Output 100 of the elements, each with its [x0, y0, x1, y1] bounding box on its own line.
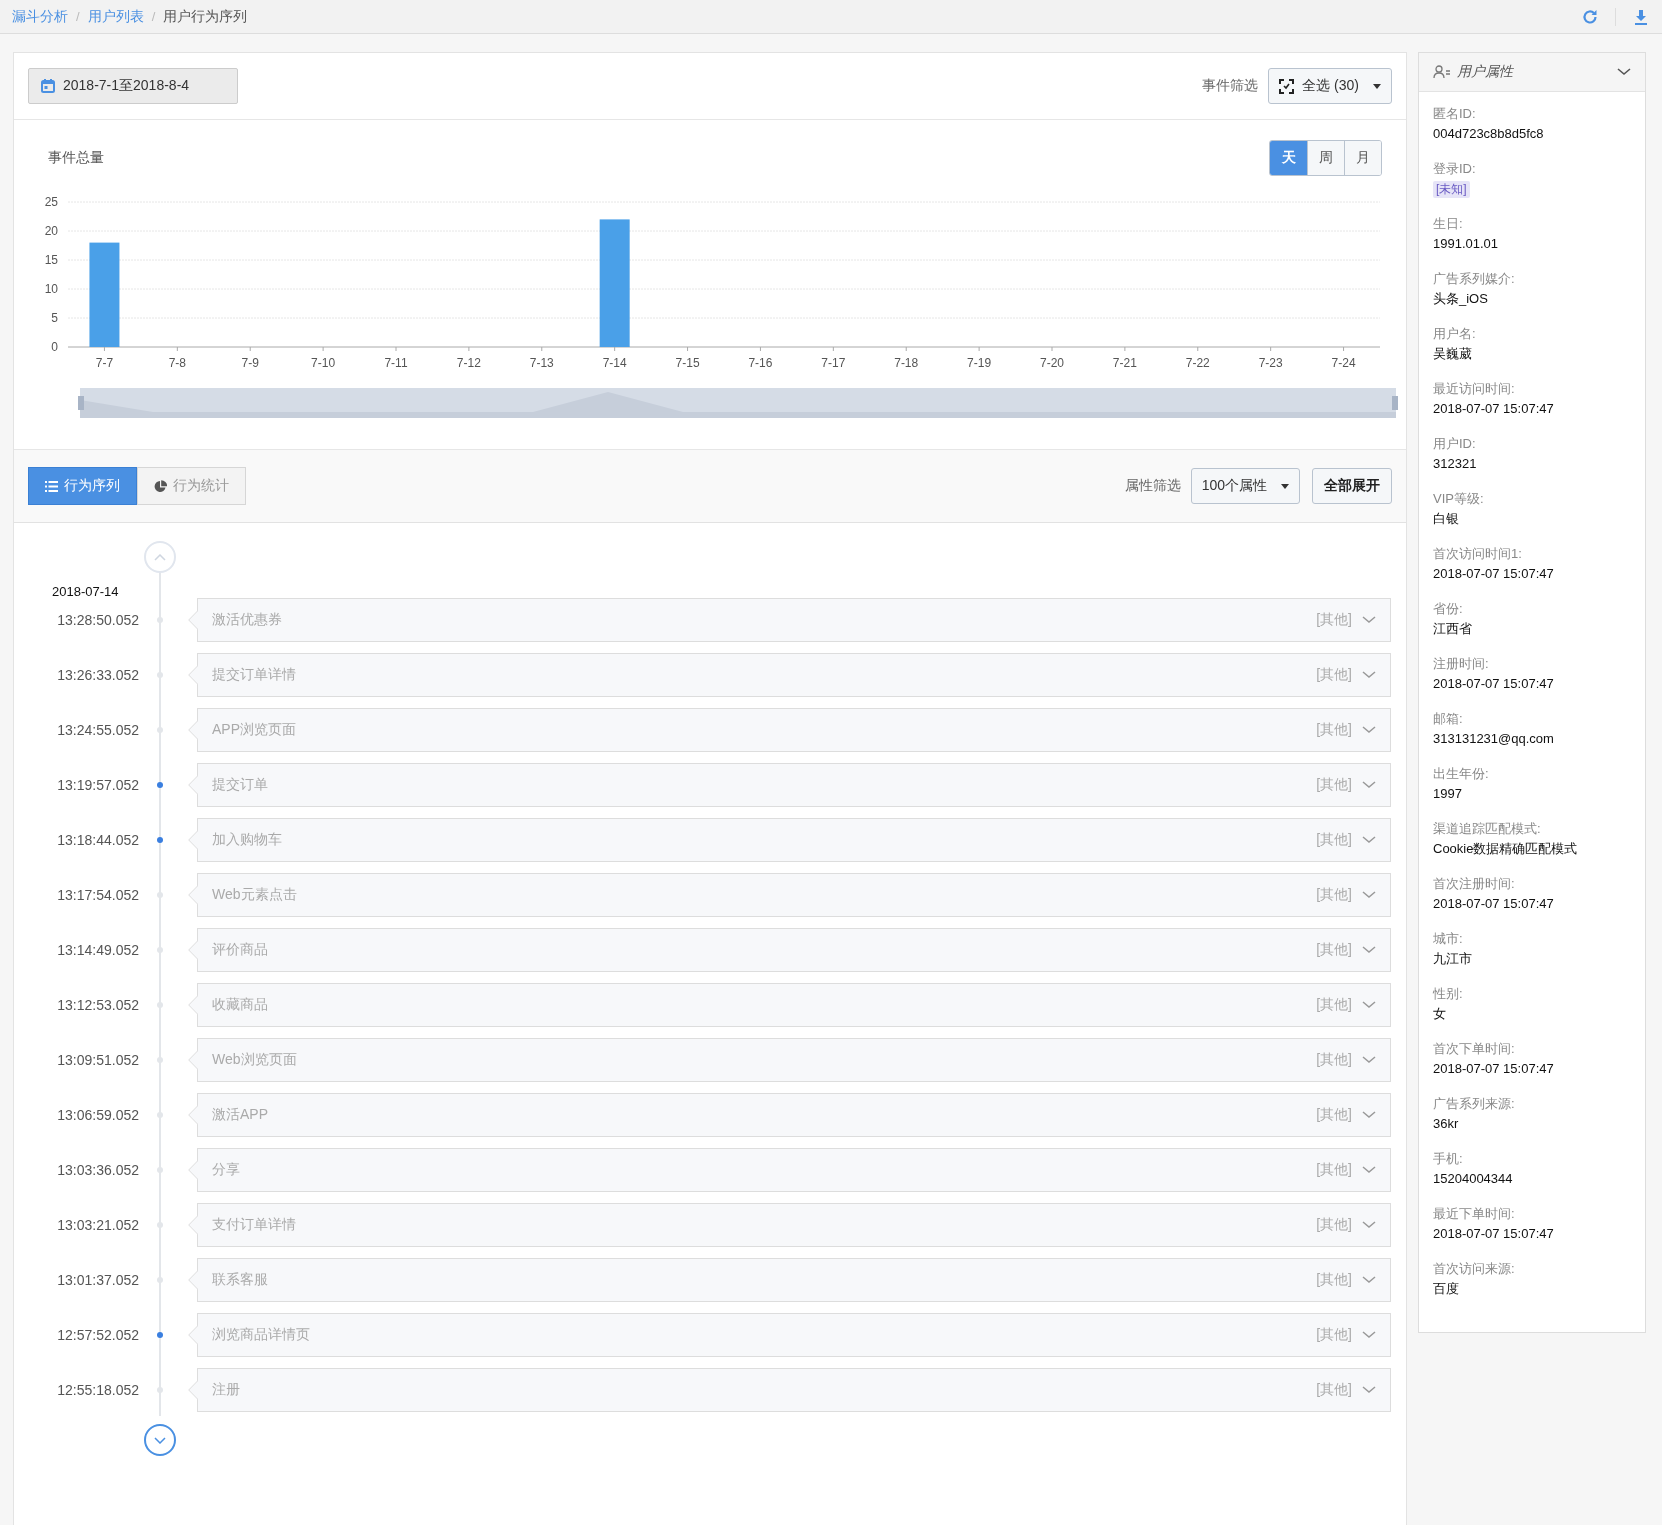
timeline-date: 2018-07-14 [52, 583, 119, 601]
field-value: 2018-07-07 15:07:47 [1433, 1226, 1554, 1241]
event-category: [其他] [1316, 1326, 1352, 1344]
chart-title: 事件总量 [48, 149, 104, 167]
event-name: 激活APP [212, 1106, 269, 1124]
granularity-tab[interactable]: 周 [1307, 141, 1344, 175]
event-time: 13:06:59.052 [56, 1107, 139, 1123]
dropdown-value: 100个属性 [1201, 477, 1267, 495]
panel-title: 用户属性 [1457, 63, 1515, 81]
select-all-icon [1279, 78, 1295, 94]
event-name: 收藏商品 [212, 996, 269, 1014]
axis-label: 7-24 [1331, 356, 1356, 370]
breadcrumb-link[interactable]: 漏斗分析 [12, 7, 68, 26]
axis-label: 7-8 [168, 356, 186, 370]
caret-icon [1281, 483, 1289, 489]
event-name: 分享 [212, 1161, 241, 1179]
axis-label: 7-13 [529, 356, 554, 370]
field-label: 手机: [1433, 1150, 1464, 1168]
field-value: 江西省 [1433, 621, 1472, 636]
field-label: 注册时间: [1433, 655, 1490, 673]
event-category: [其他] [1316, 1381, 1352, 1399]
axis-label: 7-11 [384, 356, 408, 370]
chevron-down-icon [1362, 1331, 1376, 1339]
axis-label: 7-23 [1258, 356, 1283, 370]
field-label: 匿名ID: [1433, 105, 1477, 123]
field-label: 首次访问来源: [1433, 1260, 1516, 1278]
download-icon[interactable] [1632, 7, 1650, 26]
field-value: 吴巍葳 [1433, 346, 1472, 361]
event-time: 13:17:54.052 [56, 887, 139, 903]
axis-label: 20 [44, 224, 58, 238]
field-value: 白银 [1433, 511, 1459, 526]
field-value: 1997 [1433, 786, 1462, 801]
field-value: 1991.01.01 [1433, 236, 1499, 251]
event-category: [其他] [1316, 941, 1352, 959]
field-label: 性别: [1433, 985, 1464, 1003]
event-time: 13:18:44.052 [56, 832, 139, 848]
pie-chart-icon [154, 479, 167, 493]
field-value: 2018-07-07 15:07:47 [1433, 401, 1554, 416]
event-name: 加入购物车 [212, 831, 283, 849]
field-label: 首次注册时间: [1433, 875, 1516, 893]
axis-label: 7-15 [675, 356, 700, 370]
attribute-filter-dropdown[interactable]: 100个属性 [1190, 468, 1300, 504]
filter-label: 属性筛选 [1124, 477, 1181, 495]
event-name: 联系客服 [212, 1271, 269, 1289]
event-time: 13:03:21.052 [56, 1217, 139, 1233]
refresh-icon[interactable] [1581, 7, 1599, 26]
status-tag: [未知] [1433, 181, 1470, 198]
granularity-tab[interactable]: 月 [1344, 141, 1381, 175]
event-time: 13:28:50.052 [56, 612, 139, 628]
field-value: 百度 [1433, 1281, 1459, 1296]
event-name: 激活优惠券 [212, 611, 283, 629]
event-category: [其他] [1316, 1271, 1352, 1289]
event-category: [其他] [1316, 831, 1352, 849]
field-label: 城市: [1433, 930, 1464, 948]
field-value: 2018-07-07 15:07:47 [1433, 1061, 1554, 1076]
event-name: 注册 [212, 1381, 241, 1399]
field-label: 广告系列媒介: [1433, 270, 1516, 288]
field-value: 2018-07-07 15:07:47 [1433, 896, 1554, 911]
field-label: 登录ID: [1433, 160, 1477, 178]
scroll-down-button[interactable] [144, 1424, 176, 1456]
event-time: 13:24:55.052 [56, 722, 139, 738]
breadcrumb-link[interactable]: 用户列表 [87, 7, 144, 26]
event-time: 13:19:57.052 [56, 777, 139, 793]
event-category: [其他] [1316, 666, 1352, 684]
field-label: 邮箱: [1433, 710, 1464, 728]
date-range-picker[interactable]: 2018-7-1至2018-8-4 [28, 68, 238, 104]
chevron-down-icon[interactable] [1617, 68, 1631, 76]
event-name: 提交订单 [212, 776, 269, 794]
axis-label: 7-17 [821, 356, 846, 370]
chevron-down-icon [1362, 781, 1376, 789]
field-label: 省份: [1433, 600, 1464, 618]
axis-label: 7-9 [241, 356, 259, 370]
granularity-tab[interactable]: 天 [1270, 141, 1307, 175]
axis-label: 7-19 [967, 356, 992, 370]
axis-label: 7-14 [602, 356, 627, 370]
expand-all-button[interactable]: 全部展开 [1312, 468, 1392, 504]
field-value: 312321 [1433, 456, 1477, 471]
field-value: 36kr [1433, 1116, 1459, 1131]
field-label: VIP等级: [1433, 490, 1485, 508]
chevron-down-icon [1362, 671, 1376, 679]
chevron-down-icon [1362, 1111, 1376, 1119]
event-time: 13:01:37.052 [56, 1272, 139, 1288]
event-category: [其他] [1316, 721, 1352, 739]
field-label: 生日: [1433, 215, 1464, 233]
axis-label: 7-22 [1185, 356, 1210, 370]
field-label: 出生年份: [1433, 765, 1490, 783]
chevron-down-icon [1362, 1221, 1376, 1229]
calendar-icon [41, 79, 55, 93]
view-tab[interactable]: 行为序列 [28, 467, 137, 505]
field-label: 用户名: [1433, 325, 1477, 343]
axis-label: 5 [51, 311, 58, 325]
field-value: Cookie数据精确匹配模式 [1433, 841, 1578, 856]
event-name: APP浏览页面 [212, 721, 297, 739]
field-value: 头条_iOS [1433, 291, 1488, 306]
event-filter-dropdown[interactable]: 全选 (30) [1268, 68, 1392, 104]
event-category: [其他] [1316, 611, 1352, 629]
field-label: 最近访问时间: [1433, 380, 1516, 398]
axis-label: 7-16 [748, 356, 773, 370]
event-name: 评价商品 [212, 941, 269, 959]
view-tab[interactable]: 行为统计 [137, 467, 246, 505]
